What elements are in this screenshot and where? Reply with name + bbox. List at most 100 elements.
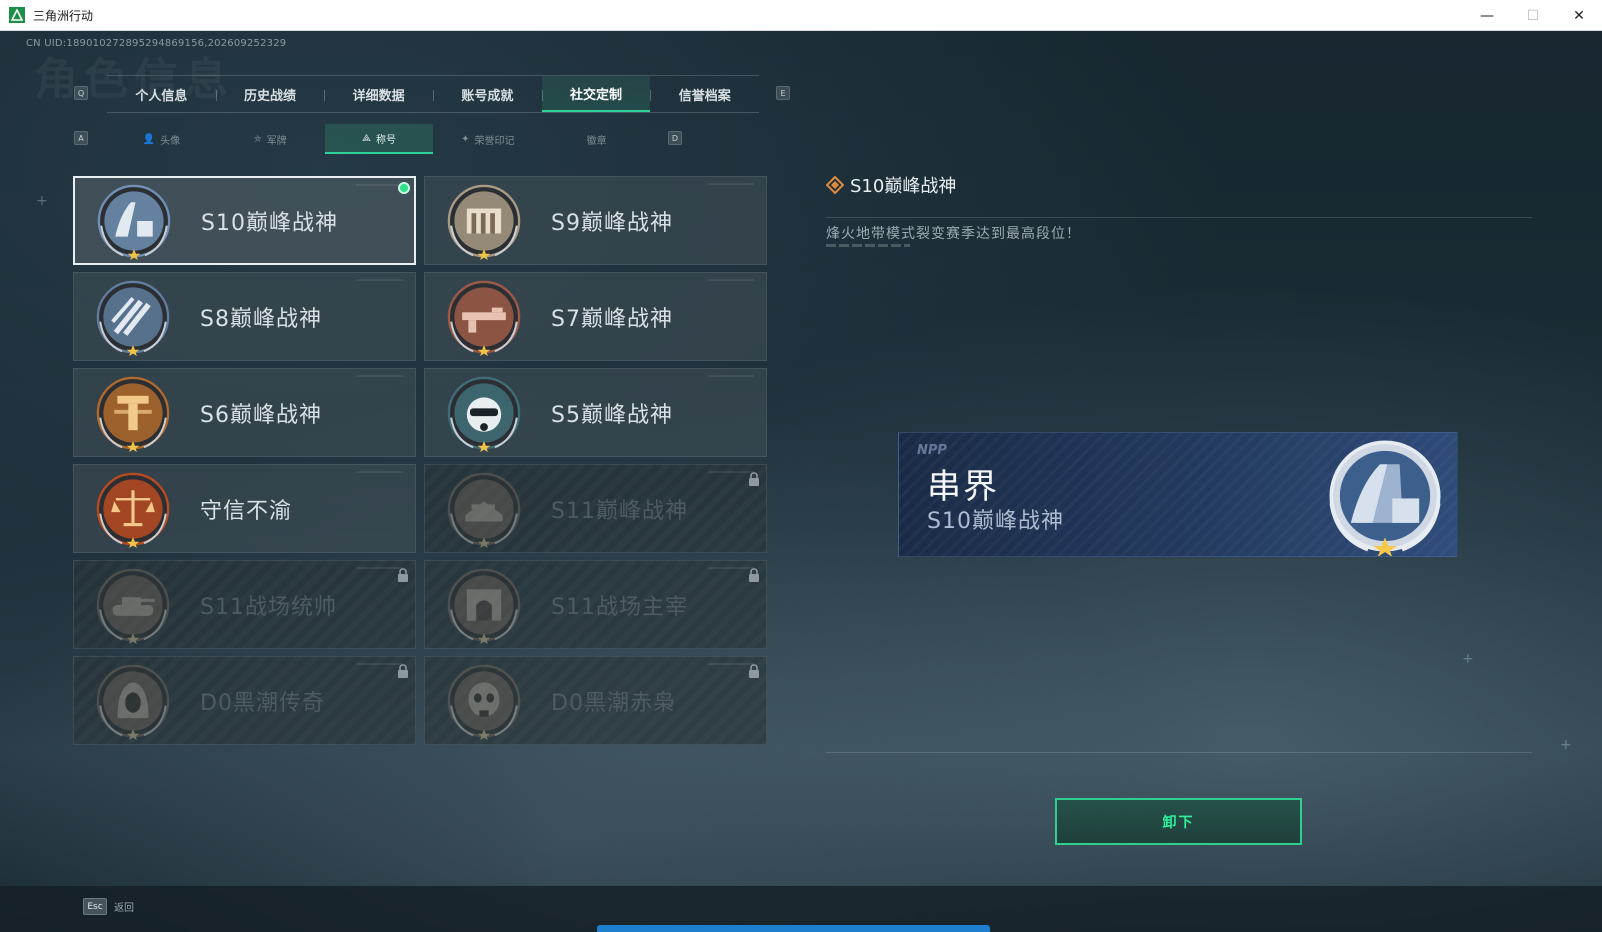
title-card[interactable]: D0黑潮传奇 bbox=[73, 656, 416, 745]
detail-description: 烽火地带模式裂变赛季达到最高段位！ bbox=[826, 226, 1081, 242]
title-card-label: D0黑潮传奇 bbox=[200, 690, 325, 716]
window-titlebar: 三角洲行动 — ☐ ✕ bbox=[0, 0, 1602, 31]
skull-medal-icon bbox=[445, 662, 523, 740]
title-card[interactable]: S8巅峰战神 bbox=[73, 272, 416, 361]
tab-personal-info[interactable]: 个人信息 bbox=[107, 76, 216, 112]
s9-medal-icon bbox=[445, 182, 523, 260]
title-card-label: S6巅峰战神 bbox=[200, 402, 322, 428]
back-label[interactable]: 返回 bbox=[114, 899, 134, 914]
s6-medal-icon bbox=[94, 374, 172, 452]
lock-icon bbox=[397, 663, 409, 678]
tab-detailed-data[interactable]: 详细数据 bbox=[324, 76, 433, 112]
equipped-indicator-icon bbox=[398, 182, 410, 194]
s11-medal-icon bbox=[445, 470, 523, 548]
uid-text: CN UID:1890102728952948691​56,2026092523… bbox=[26, 38, 287, 49]
nameplate-logo: NPP bbox=[917, 443, 947, 458]
title-card-label: S11战场主宰 bbox=[551, 594, 688, 620]
title-card[interactable]: D0黑潮赤枭 bbox=[424, 656, 767, 745]
scales-medal-icon bbox=[94, 470, 172, 548]
dogtag-icon: ⛤ bbox=[253, 133, 262, 145]
subtab-label: 头像 bbox=[160, 135, 181, 147]
esc-key-hint[interactable]: Esc bbox=[83, 898, 107, 915]
nameplate-player-name: 串界 bbox=[927, 467, 999, 507]
s7-medal-icon bbox=[445, 278, 523, 356]
subtab-dogtag[interactable]: ⛤ 军牌 bbox=[216, 124, 325, 154]
decor-cross: + bbox=[1560, 737, 1572, 753]
subtab-avatar[interactable]: 👤 头像 bbox=[107, 124, 216, 154]
detail-title: S10巅峰战神 bbox=[850, 176, 957, 197]
minimize-button[interactable]: — bbox=[1464, 0, 1510, 31]
title-card-label: D0黑潮赤枭 bbox=[551, 690, 676, 716]
close-button[interactable]: ✕ bbox=[1556, 0, 1602, 31]
title-card[interactable]: S11战场统帅 bbox=[73, 560, 416, 649]
title-card-label: 守信不渝 bbox=[200, 498, 293, 524]
lock-icon bbox=[748, 663, 760, 678]
unequip-button[interactable]: 卸下 bbox=[1055, 798, 1302, 845]
title-grid: S10巅峰战神 S9巅峰战神 S8巅峰战神 S7巅峰战神 S6巅峰战神 S5巅峰… bbox=[73, 176, 767, 745]
next-tab-key-hint[interactable]: E bbox=[776, 86, 790, 100]
lock-icon bbox=[748, 471, 760, 486]
title-card[interactable]: S9巅峰战神 bbox=[424, 176, 767, 265]
s5-medal-icon bbox=[445, 374, 523, 452]
tab-label: 社交定制 bbox=[570, 87, 623, 103]
subtab-label: 徽章 bbox=[586, 135, 607, 147]
subtab-label: 称号 bbox=[375, 134, 396, 146]
s10-medal-icon bbox=[1324, 435, 1446, 556]
window-title: 三角洲行动 bbox=[33, 8, 94, 23]
tab-achievements[interactable]: 账号成就 bbox=[433, 76, 542, 112]
detail-header: S10巅峰战神 bbox=[826, 172, 956, 198]
decor-bar bbox=[826, 244, 910, 247]
title-card-label: S8巅峰战神 bbox=[200, 306, 322, 332]
lock-icon bbox=[397, 567, 409, 582]
game-screen: 角色信息 CN UID:1890102728952948691​56,20260… bbox=[0, 31, 1602, 932]
taskbar-edge bbox=[597, 925, 990, 932]
tab-history[interactable]: 历史战绩 bbox=[215, 76, 325, 112]
s10-medal-icon bbox=[95, 182, 173, 260]
title-icon: ⟁ bbox=[362, 132, 371, 144]
prev-subtab-key-hint[interactable]: A bbox=[74, 131, 88, 145]
decor-cross: + bbox=[1462, 651, 1474, 667]
title-card[interactable]: S7巅峰战神 bbox=[424, 272, 767, 361]
tab-label: 账号成就 bbox=[461, 88, 514, 104]
nameplate-title: S10巅峰战神 bbox=[927, 509, 1064, 534]
title-card-label: S10巅峰战神 bbox=[201, 210, 338, 236]
title-card[interactable]: S5巅峰战神 bbox=[424, 368, 767, 457]
subtab-title[interactable]: ⟁ 称号 bbox=[324, 124, 434, 154]
sub-tab-bar: 👤 头像 ⛤ 军牌 ⟁ 称号 ✦ 荣誉印记 徽章 bbox=[107, 124, 651, 154]
subtab-label: 军牌 bbox=[266, 135, 287, 147]
title-card[interactable]: S11巅峰战神 bbox=[424, 464, 767, 553]
person-icon: 👤 bbox=[142, 133, 156, 145]
title-card-label: S9巅峰战神 bbox=[551, 210, 673, 236]
maximize-button[interactable]: ☐ bbox=[1510, 0, 1556, 31]
next-subtab-key-hint[interactable]: D bbox=[668, 131, 682, 145]
title-card-label: S11巅峰战神 bbox=[551, 498, 688, 524]
title-card[interactable]: S10巅峰战神 bbox=[73, 176, 416, 265]
nameplate-preview: NPP 串界 S10巅峰战神 bbox=[898, 432, 1458, 557]
subtab-badge[interactable]: 徽章 bbox=[542, 124, 651, 154]
subtab-label: 荣誉印记 bbox=[474, 135, 515, 147]
window-controls: — ☐ ✕ bbox=[1464, 0, 1602, 31]
tab-label: 详细数据 bbox=[352, 88, 405, 104]
title-card[interactable]: S6巅峰战神 bbox=[73, 368, 416, 457]
main-tab-bar: 个人信息 历史战绩 详细数据 账号成就 社交定制 信誉档案 bbox=[107, 75, 759, 113]
tank-medal-icon bbox=[94, 566, 172, 644]
subtab-honor-mark[interactable]: ✦ 荣誉印记 bbox=[433, 124, 542, 154]
app-logo-icon bbox=[9, 7, 25, 23]
s8-medal-icon bbox=[94, 278, 172, 356]
divider bbox=[826, 752, 1532, 753]
tab-label: 信誉档案 bbox=[678, 88, 731, 104]
hood-medal-icon bbox=[94, 662, 172, 740]
decor-cross: + bbox=[36, 193, 48, 209]
lock-icon bbox=[748, 567, 760, 582]
prev-tab-key-hint[interactable]: Q bbox=[74, 86, 88, 100]
title-card[interactable]: 守信不渝 bbox=[73, 464, 416, 553]
tab-label: 个人信息 bbox=[135, 88, 188, 104]
diamond-icon bbox=[826, 176, 844, 194]
tab-social-custom[interactable]: 社交定制 bbox=[541, 76, 651, 112]
title-card[interactable]: S11战场主宰 bbox=[424, 560, 767, 649]
divider bbox=[826, 217, 1532, 218]
title-card-label: S5巅峰战神 bbox=[551, 402, 673, 428]
title-card-label: S11战场统帅 bbox=[200, 594, 337, 620]
tab-credit-record[interactable]: 信誉档案 bbox=[650, 76, 759, 112]
arch-medal-icon bbox=[445, 566, 523, 644]
